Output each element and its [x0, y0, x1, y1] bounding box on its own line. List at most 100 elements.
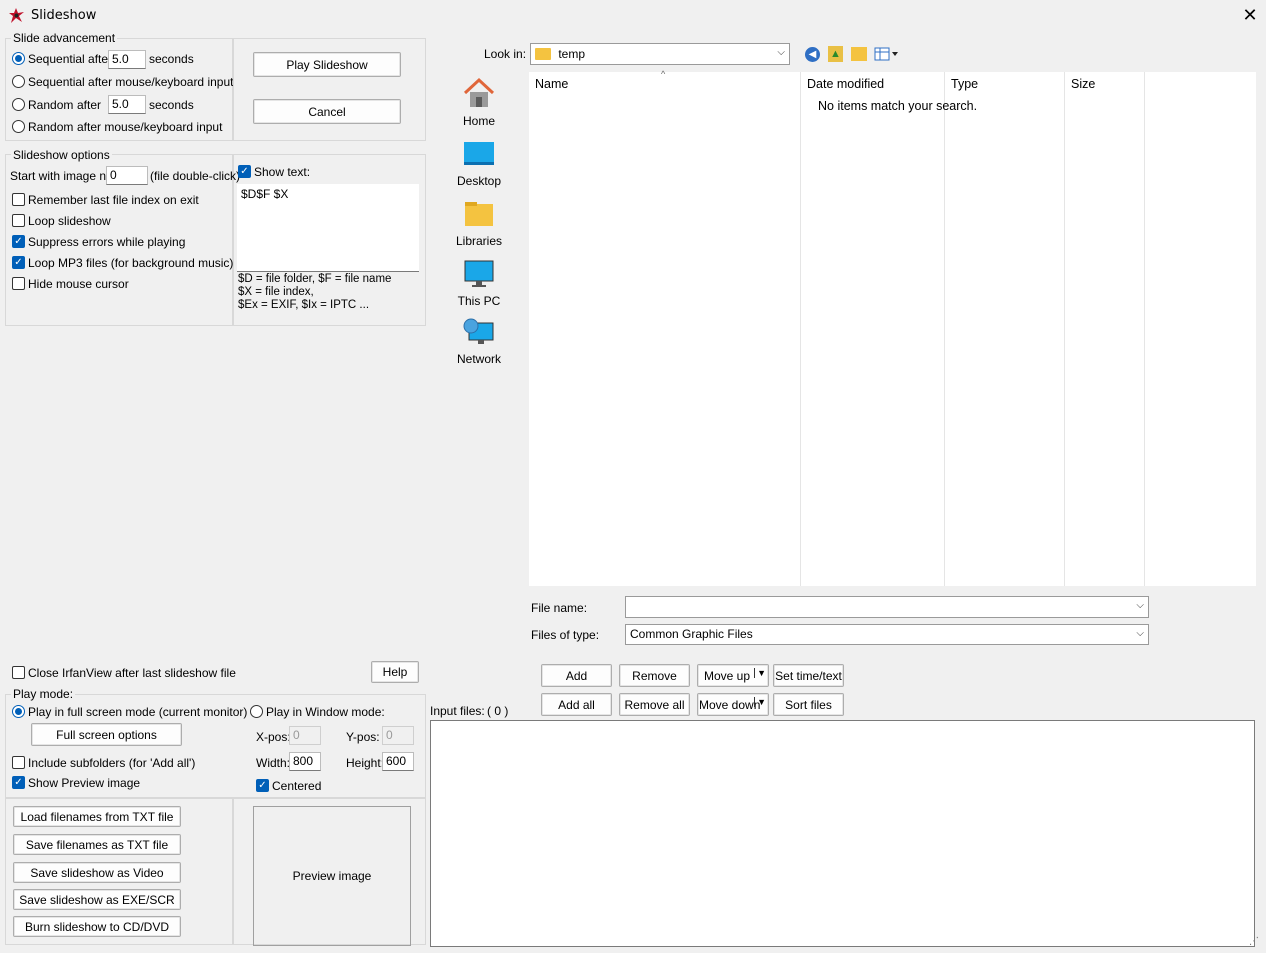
add-button[interactable]: Add	[541, 664, 612, 687]
file-list[interactable]	[529, 72, 1256, 586]
random-after-radio[interactable]	[12, 98, 25, 111]
input-files-list[interactable]	[430, 720, 1255, 947]
burn-cd-button[interactable]: Burn slideshow to CD/DVD	[13, 916, 181, 937]
place-home-label: Home	[462, 114, 495, 128]
dropdown-arrow-icon: ▼	[754, 668, 766, 678]
window-mode-radio[interactable]	[250, 705, 263, 718]
show-text-checkbox[interactable]: ✓	[238, 165, 251, 178]
files-of-type-value: Common Graphic Files	[630, 627, 753, 641]
place-home[interactable]: Home	[448, 77, 510, 128]
load-txt-button[interactable]: Load filenames from TXT file	[13, 806, 181, 827]
desktop-icon	[464, 142, 494, 165]
move-down-label: Move down	[699, 697, 761, 712]
place-libraries[interactable]: Libraries	[448, 199, 510, 249]
remove-button[interactable]: Remove	[619, 664, 690, 687]
xpos-label: X-pos:	[256, 730, 291, 744]
slide-advancement-legend: Slide advancement	[11, 31, 118, 45]
save-video-button[interactable]: Save slideshow as Video	[13, 862, 181, 883]
suppress-errors-checkbox[interactable]: ✓	[12, 235, 25, 248]
fullscreen-options-button[interactable]: Full screen options	[31, 723, 182, 746]
start-image-input[interactable]: 0	[106, 166, 148, 185]
random-input-label: Random	[28, 120, 74, 134]
files-of-type-combo[interactable]: Common Graphic Files ⌵	[625, 624, 1149, 645]
window-mode-label: Play in Window mode:	[266, 705, 385, 719]
hide-cursor-checkbox[interactable]	[12, 277, 25, 290]
resize-grip-icon[interactable]: ⋰	[1249, 936, 1259, 947]
play-slideshow-button[interactable]: Play Slideshow	[253, 52, 401, 77]
show-text-value: $D$F $X	[241, 187, 289, 201]
help-button[interactable]: Help	[371, 661, 419, 683]
move-down-button[interactable]: Move down ▼	[697, 693, 769, 716]
column-date-modified[interactable]: Date modified	[807, 77, 884, 91]
back-icon[interactable]: ◀	[805, 47, 820, 62]
column-type[interactable]: Type	[951, 77, 978, 91]
file-name-label: File name:	[531, 601, 588, 615]
input-files-count: ( 0 )	[487, 704, 509, 718]
remember-index-checkbox[interactable]	[12, 193, 25, 206]
sequential-seconds-unit: seconds	[149, 52, 194, 66]
sequential-after-radio[interactable]	[12, 52, 25, 65]
add-all-button[interactable]: Add all	[541, 693, 612, 716]
text-help-line-2: $X = file index,	[238, 286, 314, 298]
height-input[interactable]: 600	[382, 752, 414, 771]
file-name-combo[interactable]: ⌵	[625, 596, 1149, 618]
width-input[interactable]: 800	[289, 752, 321, 771]
fullscreen-label: Play in full screen mode (current monito…	[28, 705, 248, 719]
irfanview-icon	[8, 7, 25, 24]
show-text-label: Show text:	[254, 165, 311, 179]
title-bar	[0, 0, 1266, 31]
place-libraries-label: Libraries	[455, 234, 503, 248]
save-txt-button[interactable]: Save filenames as TXT file	[13, 834, 181, 855]
start-image-hint: (file double-click)	[150, 169, 241, 183]
save-exe-button[interactable]: Save slideshow as EXE/SCR	[13, 889, 181, 910]
centered-checkbox[interactable]: ✓	[256, 779, 269, 792]
up-folder-icon[interactable]: ▲	[828, 46, 843, 62]
loop-slideshow-checkbox[interactable]	[12, 214, 25, 227]
random-seconds-unit: seconds	[149, 98, 194, 112]
this-pc-icon	[464, 260, 494, 287]
chevron-down-icon: ⌵	[777, 47, 785, 58]
random-seconds-input[interactable]: 5.0	[108, 95, 146, 114]
place-this-pc[interactable]: This PC	[448, 259, 510, 309]
sequential-input-radio[interactable]	[12, 75, 25, 88]
show-text-textarea[interactable]: $D$F $X	[237, 184, 419, 272]
loop-slideshow-label: Loop slideshow	[28, 214, 111, 228]
column-name[interactable]: Name	[535, 77, 568, 91]
place-desktop[interactable]: Desktop	[448, 139, 510, 189]
new-folder-icon[interactable]	[851, 47, 867, 61]
dropdown-arrow-icon: ▼	[754, 697, 766, 707]
text-help-line-3: $Ex = EXIF, $Ix = IPTC ...	[238, 299, 370, 311]
include-subfolders-checkbox[interactable]	[12, 756, 25, 769]
xpos-input[interactable]: 0	[289, 726, 321, 745]
loop-mp3-checkbox[interactable]: ✓	[12, 256, 25, 269]
close-after-checkbox[interactable]	[12, 666, 25, 679]
sort-files-button[interactable]: Sort files	[773, 693, 844, 716]
random-after-label: Random	[28, 98, 74, 112]
look-in-combo[interactable]: temp ⌵	[530, 43, 790, 65]
view-menu-icon[interactable]	[874, 47, 900, 62]
set-time-text-button[interactable]: Set time/text	[773, 664, 844, 687]
remove-all-button[interactable]: Remove all	[619, 693, 690, 716]
column-size[interactable]: Size	[1071, 77, 1095, 91]
move-up-button[interactable]: Move up ▼	[697, 664, 769, 687]
random-input-radio[interactable]	[12, 120, 25, 133]
place-network-label: Network	[456, 352, 501, 366]
place-network[interactable]: Network	[448, 317, 510, 367]
move-up-label: Move up	[704, 668, 751, 683]
sequential-seconds-input[interactable]: 5.0	[108, 50, 146, 69]
look-in-value: temp	[558, 46, 586, 61]
height-label: Height:	[346, 756, 385, 770]
ypos-input[interactable]: 0	[382, 726, 414, 745]
place-desktop-label: Desktop	[456, 174, 502, 188]
show-preview-checkbox[interactable]: ✓	[12, 776, 25, 789]
window-title: Slideshow	[31, 8, 97, 23]
close-button[interactable]: ✕	[1240, 4, 1260, 26]
place-this-pc-label: This PC	[457, 294, 501, 308]
home-icon	[463, 77, 495, 107]
cancel-button[interactable]: Cancel	[253, 99, 401, 124]
remember-index-label: Remember last file index on exit	[28, 193, 199, 207]
close-after-label: Close IrfanView after last slideshow fil…	[28, 666, 236, 680]
centered-label: Centered	[272, 779, 322, 793]
fullscreen-radio[interactable]	[12, 705, 25, 718]
sort-indicator-icon: ^	[661, 69, 666, 79]
